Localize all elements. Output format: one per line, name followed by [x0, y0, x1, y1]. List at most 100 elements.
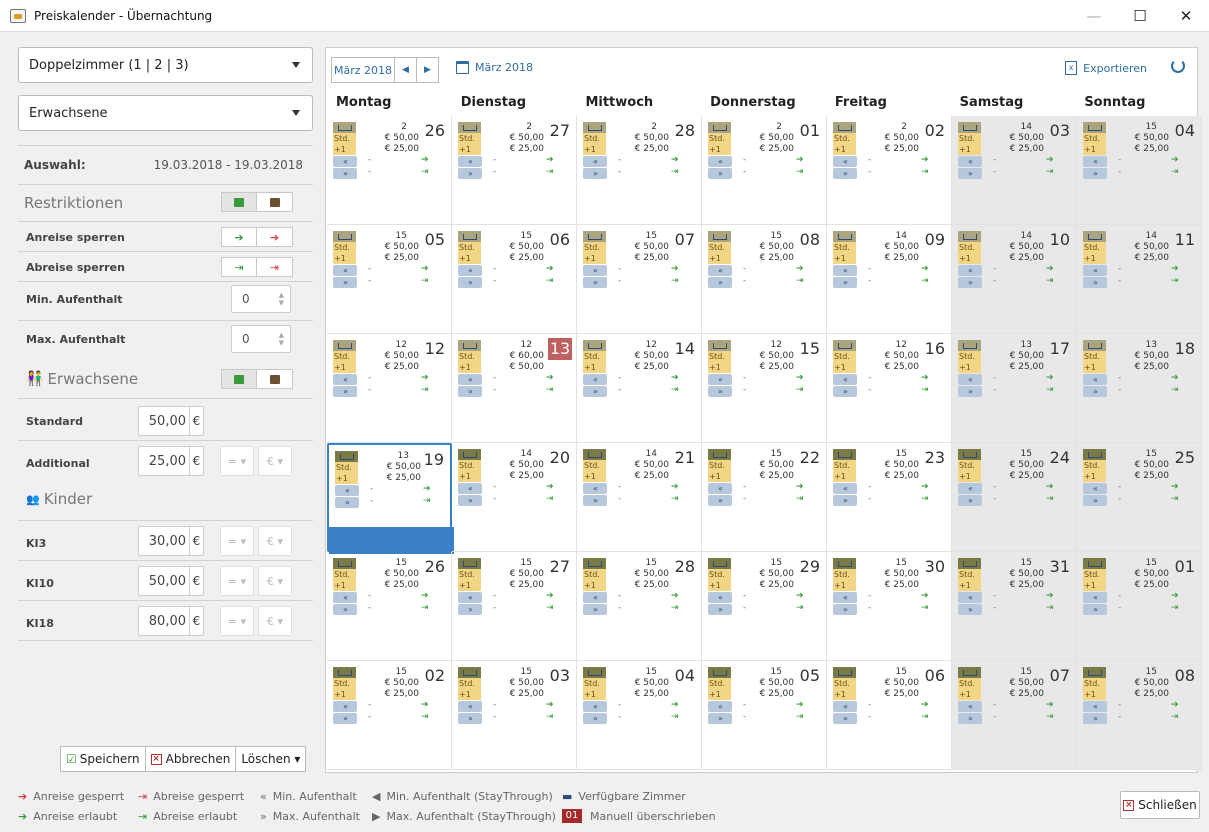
additional-price-input[interactable]: 25,00 € — [138, 446, 204, 476]
calendar-day-cell[interactable]: 15 Std. € 50,00 +1 € 25,00 « - ➔ » - ⇥ 29 — [702, 552, 827, 661]
edit-button[interactable] — [257, 369, 293, 389]
calendar-day-cell[interactable]: 15 Std. € 50,00 +1 € 25,00 « - ➔ » - ⇥ 07 — [952, 661, 1077, 770]
arrival-blocked-icon[interactable]: ➔ — [257, 227, 293, 247]
calendar-day-cell[interactable]: 15 Std. € 50,00 +1 € 25,00 « - ➔ » - ⇥ 05 — [327, 225, 452, 334]
calendar-day-cell[interactable]: 15 Std. € 50,00 +1 € 25,00 « - ➔ » - ⇥ 06 — [827, 661, 952, 770]
calendar-day-cell[interactable]: 14 Std. € 50,00 +1 € 25,00 « - ➔ » - ⇥ 10 — [952, 225, 1077, 334]
calendar-day-cell[interactable]: 12 Std. € 50,00 +1 € 25,00 « - ➔ » - ⇥ 14 — [577, 334, 702, 443]
adults-toggle[interactable] — [221, 369, 293, 389]
additional-tag: +1 — [833, 362, 856, 373]
calendar-day-cell[interactable]: 13 Std. € 50,00 +1 € 25,00 « - ➔ » - ⇥ 17 — [952, 334, 1077, 443]
departure-allowed-icon[interactable]: ⇥ — [221, 257, 257, 277]
max-stay-stepper[interactable]: 0 ▲ ▼ — [231, 325, 291, 353]
standard-tag: Std. — [583, 678, 606, 689]
calendar-day-cell[interactable]: 15 Std. € 50,00 +1 € 25,00 « - ➔ » - ⇥ 07 — [577, 225, 702, 334]
calendar-day-cell[interactable]: 12 Std. € 50,00 +1 € 25,00 « - ➔ » - ⇥ 16 — [827, 334, 952, 443]
min-stay-stepper[interactable]: 0 ▲ ▼ — [231, 285, 291, 313]
save-button[interactable]: ☑ Speichern — [60, 746, 146, 772]
bed-icon — [333, 558, 356, 569]
month-picker-button[interactable]: März 2018 — [331, 57, 395, 83]
calendar-day-cell[interactable]: 15 Std. € 50,00 +1 € 25,00 « - ➔ » - ⇥ 31 — [952, 552, 1077, 661]
calendar-day-cell[interactable]: 15 Std. € 50,00 +1 € 25,00 « - ➔ » - ⇥ 24 — [952, 443, 1077, 552]
calendar-day-cell[interactable]: 2 Std. € 50,00 +1 € 25,00 « - ➔ » - ⇥ 27 — [452, 116, 577, 225]
standard-price-input[interactable]: 50,00 € — [138, 406, 204, 436]
calendar-day-cell[interactable]: 15 Std. € 50,00 +1 € 25,00 « - ➔ » - ⇥ 02 — [327, 661, 452, 770]
current-month[interactable]: März 2018 — [456, 61, 533, 74]
calendar-day-cell[interactable]: 15 Std. € 50,00 +1 € 25,00 « - ➔ » - ⇥ 30 — [827, 552, 952, 661]
calendar-day-cell[interactable]: 15 Std. € 50,00 +1 € 25,00 « - ➔ » - ⇥ 05 — [702, 661, 827, 770]
stepper-arrows-icon[interactable]: ▲ ▼ — [279, 331, 284, 347]
close-dialog-button[interactable]: × Schließen — [1120, 791, 1200, 819]
calendar-day-cell[interactable]: 2 Std. € 50,00 +1 € 25,00 « - ➔ » - ⇥ 02 — [827, 116, 952, 225]
unit-select[interactable]: € ▾ — [258, 526, 292, 556]
arrival-allowed-icon: ➔ — [546, 373, 554, 383]
close-window-button[interactable]: ✕ — [1163, 0, 1209, 32]
calendar-day-cell[interactable]: 15 Std. € 50,00 +1 € 25,00 « - ➔ » - ⇥ 04 — [577, 661, 702, 770]
prev-month-button[interactable]: ◀ — [395, 57, 417, 83]
ki10-price-input[interactable]: 50,00 € — [138, 566, 204, 596]
bed-icon — [583, 667, 606, 678]
calendar-day-cell[interactable]: 15 Std. € 50,00 +1 € 25,00 « - ➔ » - ⇥ 01 — [1077, 552, 1202, 661]
ki3-price-input[interactable]: 30,00 € — [138, 526, 204, 556]
calendar-day-cell[interactable]: 2 Std. € 50,00 +1 € 25,00 « - ➔ » - ⇥ 26 — [327, 116, 452, 225]
calendar-day-cell[interactable]: 15 Std. € 50,00 +1 € 25,00 « - ➔ » - ⇥ 03 — [452, 661, 577, 770]
min-stay-icon: « — [458, 701, 482, 712]
additional-tag: +1 — [708, 689, 731, 700]
maximize-button[interactable]: ☐ — [1117, 0, 1163, 32]
guest-type-select[interactable]: Erwachsene — [18, 95, 313, 131]
calendar-day-cell[interactable]: 14 Std. € 50,00 +1 € 25,00 « - ➔ » - ⇥ 20 — [452, 443, 577, 552]
bed-icon — [458, 449, 481, 460]
calendar-day-cell[interactable]: 12 Std. € 60,00 +1 € 50,00 « - ➔ » - ⇥ 13 — [452, 334, 577, 443]
unit-select[interactable]: € ▾ — [258, 566, 292, 596]
enable-button[interactable] — [221, 192, 257, 212]
cancel-button[interactable]: × Abbrechen — [145, 746, 237, 772]
departure-allowed-icon: ⇥ — [921, 385, 929, 395]
calendar-day-cell[interactable]: 15 Std. € 50,00 +1 € 25,00 « - ➔ » - ⇥ 04 — [1077, 116, 1202, 225]
ki18-price-input[interactable]: 80,00 € — [138, 606, 204, 636]
enable-button[interactable] — [221, 369, 257, 389]
restrictions-toggle[interactable] — [221, 192, 293, 212]
departure-lock-toggle[interactable]: ⇥ ⇥ — [221, 257, 293, 277]
stepper-arrows-icon[interactable]: ▲ ▼ — [279, 291, 284, 307]
calendar-day-cell[interactable]: 2 Std. € 50,00 +1 € 25,00 « - ➔ » - ⇥ 01 — [702, 116, 827, 225]
calendar-day-cell[interactable]: 15 Std. € 50,00 +1 € 25,00 « - ➔ » - ⇥ 25 — [1077, 443, 1202, 552]
calendar-day-cell[interactable]: 13 Std. € 50,00 +1 € 25,00 « - ➔ » - ⇥ 19 — [327, 443, 454, 554]
departure-allowed-icon: ⇥ — [421, 603, 429, 613]
additional-label: Additional — [26, 456, 90, 470]
unit-select[interactable]: € ▾ — [258, 606, 292, 636]
calendar-day-cell[interactable]: 14 Std. € 50,00 +1 € 25,00 « - ➔ » - ⇥ 09 — [827, 225, 952, 334]
calendar-day-cell[interactable]: 15 Std. € 50,00 +1 € 25,00 « - ➔ » - ⇥ 08 — [702, 225, 827, 334]
arrival-allowed-icon[interactable]: ➔ — [221, 227, 257, 247]
refresh-icon[interactable] — [1171, 59, 1185, 73]
calendar-day-cell[interactable]: 12 Std. € 50,00 +1 € 25,00 « - ➔ » - ⇥ 15 — [702, 334, 827, 443]
edit-button[interactable] — [257, 192, 293, 212]
operator-select[interactable]: = ▾ — [220, 446, 254, 476]
room-type-select[interactable]: Doppelzimmer (1 | 2 | 3) — [18, 47, 313, 83]
calendar-day-cell[interactable]: 14 Std. € 50,00 +1 € 25,00 « - ➔ » - ⇥ 11 — [1077, 225, 1202, 334]
calendar-day-cell[interactable]: 15 Std. € 50,00 +1 € 25,00 « - ➔ » - ⇥ 23 — [827, 443, 952, 552]
day-number: 09 — [924, 230, 945, 249]
edit-icon — [269, 374, 280, 384]
departure-blocked-icon[interactable]: ⇥ — [257, 257, 293, 277]
next-month-button[interactable]: ▶ — [417, 57, 439, 83]
delete-button[interactable]: Löschen ▾ — [236, 746, 307, 772]
calendar-day-cell[interactable]: 2 Std. € 50,00 +1 € 25,00 « - ➔ » - ⇥ 28 — [577, 116, 702, 225]
calendar-day-cell[interactable]: 12 Std. € 50,00 +1 € 25,00 « - ➔ » - ⇥ 12 — [327, 334, 452, 443]
calendar-day-cell[interactable]: 15 Std. € 50,00 +1 € 25,00 « - ➔ » - ⇥ 28 — [577, 552, 702, 661]
operator-select[interactable]: = ▾ — [220, 526, 254, 556]
unit-select[interactable]: € ▾ — [258, 446, 292, 476]
arrival-lock-toggle[interactable]: ➔ ➔ — [221, 227, 293, 247]
export-button[interactable]: x Exportieren — [1065, 61, 1147, 75]
calendar-day-cell[interactable]: 15 Std. € 50,00 +1 € 25,00 « - ➔ » - ⇥ 22 — [702, 443, 827, 552]
bed-icon — [958, 667, 981, 678]
operator-select[interactable]: = ▾ — [220, 566, 254, 596]
minimize-button[interactable]: — — [1071, 0, 1117, 32]
calendar-day-cell[interactable]: 15 Std. € 50,00 +1 € 25,00 « - ➔ » - ⇥ 08 — [1077, 661, 1202, 770]
operator-select[interactable]: = ▾ — [220, 606, 254, 636]
calendar-day-cell[interactable]: 14 Std. € 50,00 +1 € 25,00 « - ➔ » - ⇥ 21 — [577, 443, 702, 552]
calendar-day-cell[interactable]: 15 Std. € 50,00 +1 € 25,00 « - ➔ » - ⇥ 27 — [452, 552, 577, 661]
calendar-day-cell[interactable]: 15 Std. € 50,00 +1 € 25,00 « - ➔ » - ⇥ 06 — [452, 225, 577, 334]
calendar-day-cell[interactable]: 13 Std. € 50,00 +1 € 25,00 « - ➔ » - ⇥ 18 — [1077, 334, 1202, 443]
calendar-day-cell[interactable]: 15 Std. € 50,00 +1 € 25,00 « - ➔ » - ⇥ 26 — [327, 552, 452, 661]
calendar-day-cell[interactable]: 14 Std. € 50,00 +1 € 25,00 « - ➔ » - ⇥ 03 — [952, 116, 1077, 225]
